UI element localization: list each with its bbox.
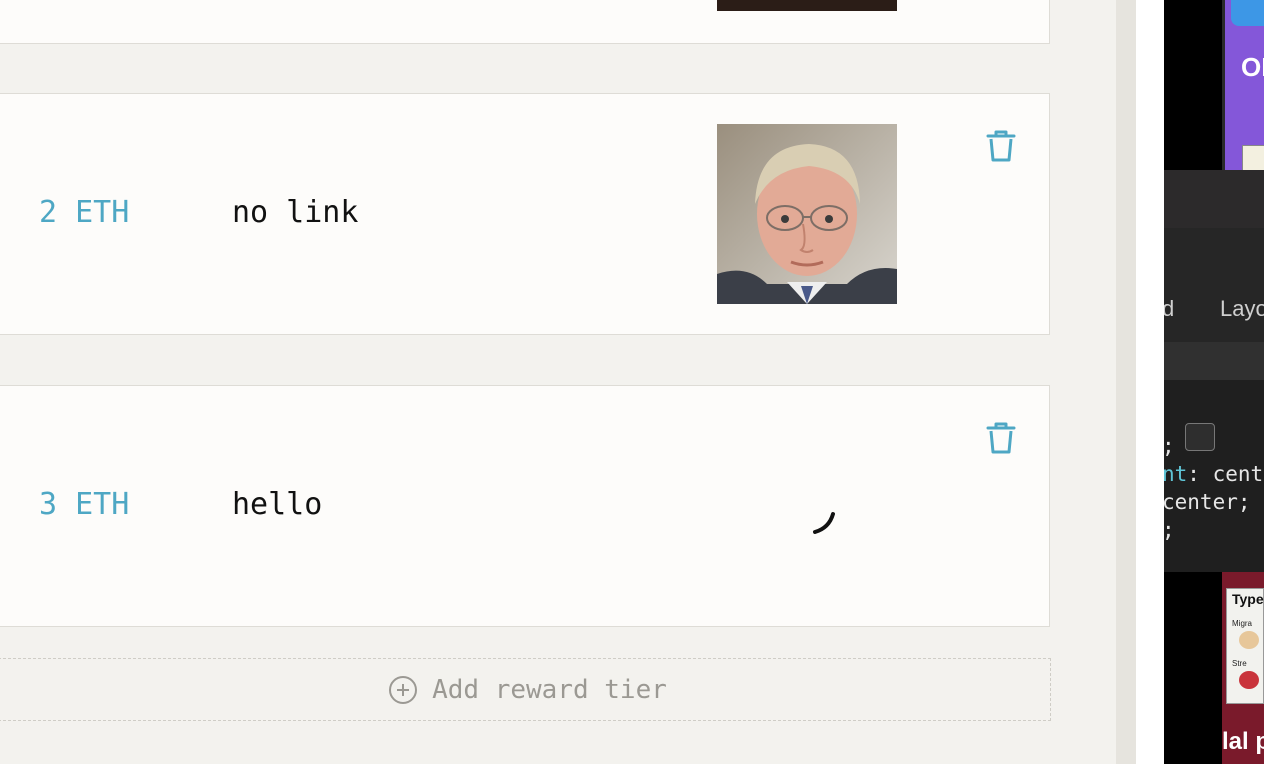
css-property: nt — [1164, 462, 1188, 486]
devtools-titlebar — [1164, 170, 1264, 229]
add-reward-tier-label: Add reward tier — [432, 674, 667, 705]
document-thumbnail: Type Migra Stre — [1226, 588, 1264, 704]
app-title-fragment: OI — [1241, 52, 1264, 82]
tier-link: hello — [232, 487, 323, 522]
sheet-line: Stre — [1232, 659, 1247, 668]
trash-icon[interactable] — [985, 129, 1017, 163]
window-caption: lal p — [1222, 728, 1264, 755]
background-app-window[interactable]: Type Migra Stre lal p — [1222, 572, 1264, 764]
devtools-toolbar — [1164, 228, 1264, 278]
thumbnail — [1242, 145, 1264, 170]
reward-tier-card: 3 ETH hello — [0, 385, 1050, 627]
grid-icon[interactable] — [1185, 423, 1215, 451]
reward-image — [717, 124, 897, 304]
tier-price: 3 ETH — [39, 487, 130, 522]
tab-layout[interactable]: Layo — [1220, 296, 1264, 322]
background-app-window[interactable]: OI — [1222, 0, 1264, 170]
tier-link: no link — [232, 195, 359, 230]
css-rules-pane: ; nt: cent center; ; — [1164, 380, 1264, 572]
scrollbar-track[interactable] — [1116, 0, 1136, 764]
reward-tier-card — [0, 0, 1050, 44]
sheet-title: Type — [1232, 591, 1264, 607]
css-value: : cent — [1187, 462, 1264, 486]
add-reward-tier-button[interactable]: Add reward tier — [0, 658, 1051, 721]
devtools-filter-bar — [1164, 342, 1264, 381]
sheet-line: Migra — [1232, 619, 1253, 628]
reward-tiers-panel: 2 ETH no link 3 ETH hello Add reward tie… — [0, 0, 1116, 764]
illustration — [1239, 631, 1259, 649]
trash-icon[interactable] — [985, 421, 1017, 455]
css-line: nt: cent — [1164, 460, 1263, 488]
window-gap — [1136, 0, 1164, 764]
loading-spinner-icon — [795, 506, 835, 546]
devtools-tabs: d Layo — [1164, 278, 1264, 343]
reward-tier-card: 2 ETH no link — [0, 93, 1050, 335]
tier-price: 2 ETH — [39, 195, 130, 230]
css-line: ; — [1164, 432, 1175, 460]
background-window — [1164, 0, 1222, 170]
plus-circle-icon — [389, 675, 418, 704]
css-line: center; — [1164, 490, 1251, 514]
reward-image — [717, 0, 897, 11]
illustration — [1239, 671, 1259, 689]
tab-partial[interactable]: d — [1164, 296, 1174, 322]
css-line: ; — [1164, 516, 1175, 544]
devtools-window[interactable]: d Layo ; nt: cent center; ; — [1164, 170, 1264, 572]
background-window: Type Migra Stre lal p — [1164, 572, 1264, 764]
app-button — [1231, 0, 1264, 26]
